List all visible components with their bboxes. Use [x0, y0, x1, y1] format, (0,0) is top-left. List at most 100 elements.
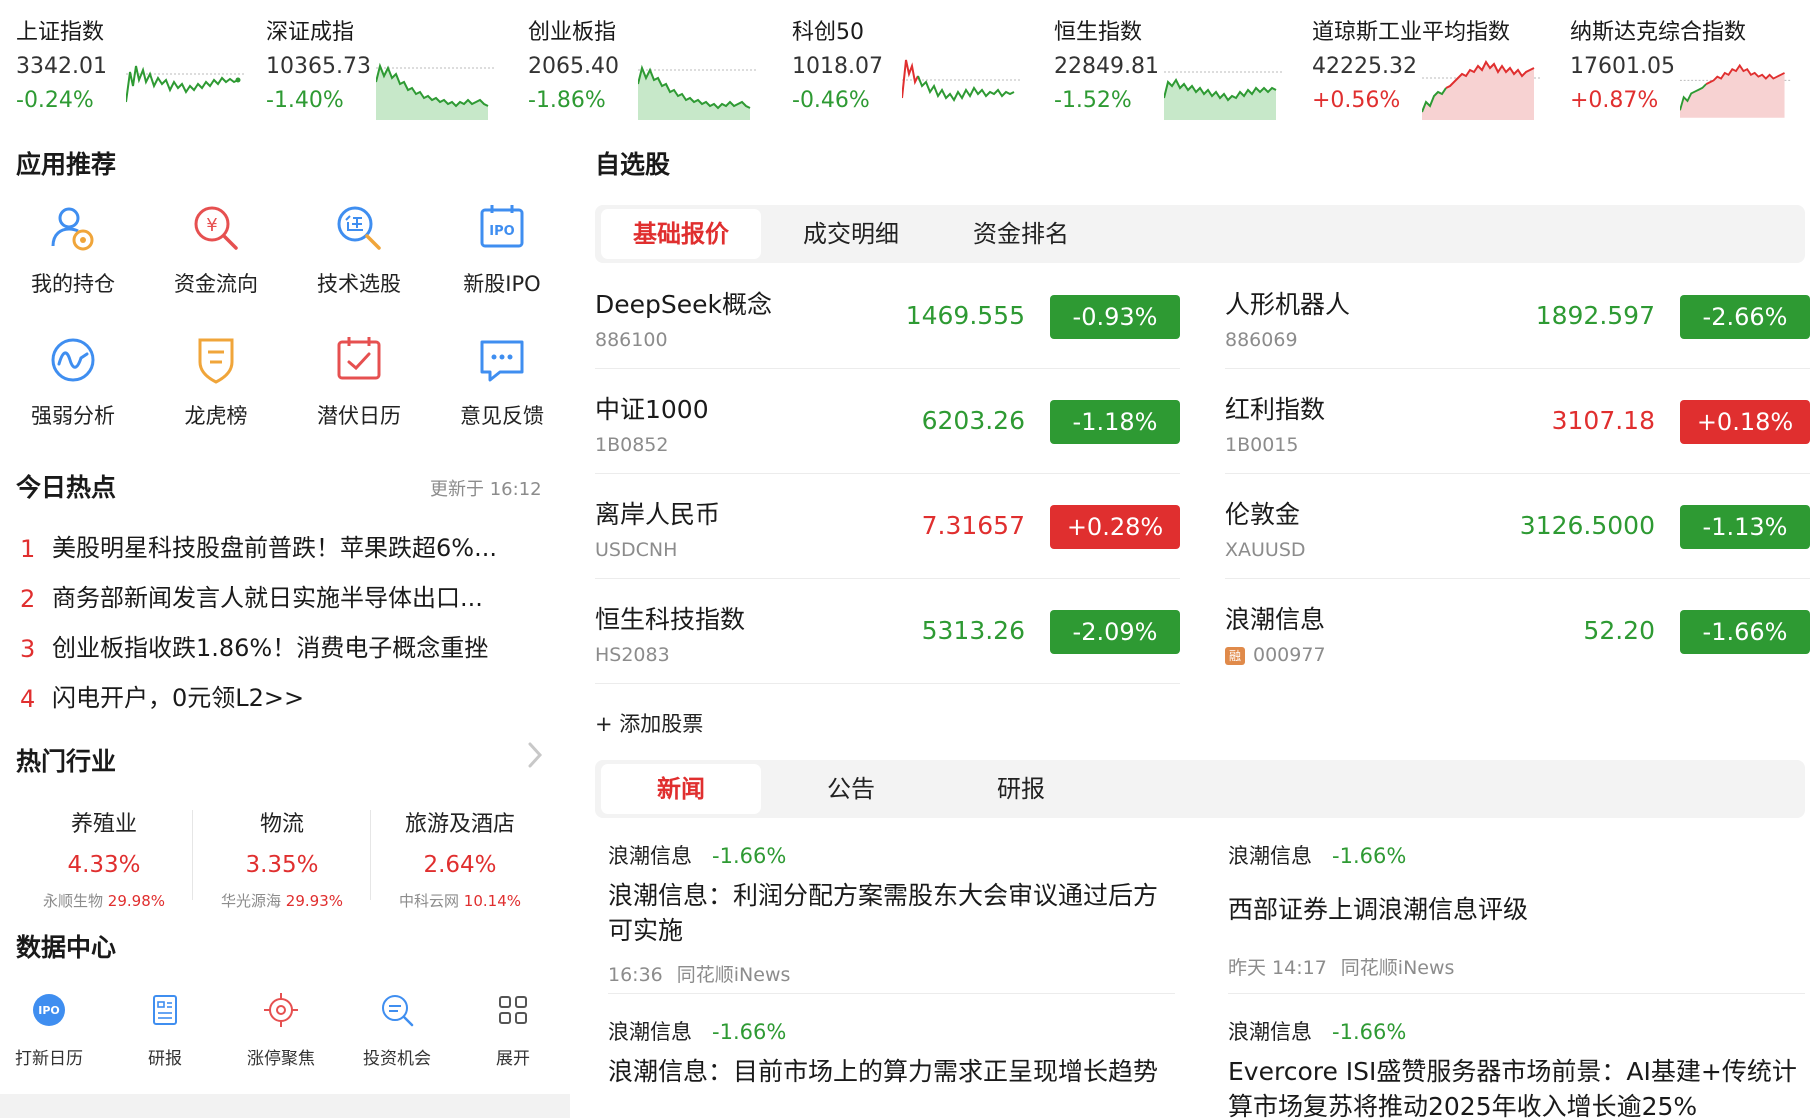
fund-flow-icon: ¥ [194, 206, 238, 250]
index-name: 上证指数 [16, 20, 105, 45]
index-change: -0.24% [16, 88, 94, 113]
index-card[interactable]: 科创50 1018.07 -0.46% [792, 12, 1042, 122]
dc-research[interactable]: 研报 [110, 990, 220, 1069]
stock-change-badge: +0.18% [1680, 400, 1810, 444]
calendar-icon [337, 337, 381, 380]
watchlist-row[interactable]: DeepSeek概念 886100 1469.555 -0.93% [595, 265, 1180, 369]
stock-price: 3126.5000 [1519, 511, 1655, 540]
stock-change-badge: -2.09% [1050, 610, 1180, 654]
stock-change-badge: +0.28% [1050, 505, 1180, 549]
stock-code-wrap: 融 000977 [1225, 644, 1326, 666]
chevron-right-icon[interactable] [525, 740, 545, 770]
news-item[interactable]: 浪潮信息 -1.66% Evercore ISI盛赞服务器市场前景：AI基建+传统… [1228, 1016, 1805, 1118]
stock-price: 1892.597 [1535, 301, 1655, 330]
index-change: -1.52% [1054, 88, 1132, 113]
stock-name: 浪潮信息 [1225, 605, 1326, 634]
industry-leader-change: 10.14% [463, 892, 521, 910]
watchlist-row[interactable]: 红利指数 1B0015 3107.18 +0.18% [1225, 370, 1810, 474]
watchlist-row[interactable]: 浪潮信息 融 000977 52.20 -1.66% [1225, 580, 1810, 684]
app-new-ipo[interactable]: IPO 新股IPO [437, 198, 567, 308]
tab-news[interactable]: 新闻 [601, 764, 761, 814]
index-name: 创业板指 [528, 20, 617, 45]
tab-basic-quote[interactable]: 基础报价 [601, 209, 761, 259]
tab-fund-rank[interactable]: 资金排名 [941, 209, 1101, 259]
index-sparkline [1164, 71, 1284, 120]
data-center-title: 数据中心 [16, 933, 117, 962]
watchlist-row[interactable]: 人形机器人 886069 1892.597 -2.66% [1225, 265, 1810, 369]
hot-item[interactable]: 1 美股明星科技股盘前普跌！苹果跌超6%... [20, 528, 540, 578]
app-calendar[interactable]: 潜伏日历 [294, 330, 424, 440]
news-source: 同花顺iNews [676, 964, 791, 986]
hot-item[interactable]: 2 商务部新闻发言人就日实施半导体出口... [20, 578, 540, 628]
index-name: 纳斯达克综合指数 [1570, 20, 1747, 45]
app-stock-picker[interactable]: 技术选股 [294, 198, 424, 308]
index-card[interactable]: 道琼斯工业平均指数 42225.32 +0.56% [1312, 12, 1562, 122]
app-feedback[interactable]: 意见反馈 [437, 330, 567, 440]
news-item[interactable]: 浪潮信息 -1.66% 浪潮信息：目前市场上的算力需求正呈现增长趋势 [608, 1016, 1168, 1089]
watchlist-row[interactable]: 中证1000 1B0852 6203.26 -1.18% [595, 370, 1180, 474]
index-card[interactable]: 恒生指数 22849.81 -1.52% [1054, 12, 1304, 122]
watchlist-row[interactable]: 恒生科技指数 HS2083 5313.26 -2.09% [595, 580, 1180, 684]
stock-price: 6203.26 [921, 406, 1025, 435]
stock-price: 1469.555 [905, 301, 1025, 330]
watchlist-row[interactable]: 离岸人民币 USDCNH 7.31657 +0.28% [595, 475, 1180, 579]
data-center-row: IPO 打新日历 研报 涨停聚焦 投资机会 展开 [0, 990, 575, 1090]
dc-limit-up[interactable]: 涨停聚焦 [226, 990, 336, 1069]
stock-name: 红利指数 [1225, 395, 1326, 424]
stock-code: XAUUSD [1225, 539, 1306, 561]
news-stock: 浪潮信息 [1228, 1020, 1312, 1044]
industry-card[interactable]: 旅游及酒店 2.64% 中科云网 10.14% [371, 800, 549, 910]
index-card[interactable]: 上证指数 3342.01 -0.24% [16, 12, 266, 122]
dc-ipo-calendar[interactable]: IPO 打新日历 [0, 990, 104, 1069]
index-card[interactable]: 纳斯达克综合指数 17601.05 +0.87% [1570, 12, 1820, 122]
index-card[interactable]: 创业板指 2065.40 -1.86% [528, 12, 778, 122]
feedback-icon [480, 340, 524, 382]
hot-rank: 3 [20, 635, 36, 663]
app-dragon-tiger[interactable]: 龙虎榜 [151, 330, 281, 440]
index-sparkline [1422, 60, 1542, 120]
app-label: 意见反馈 [460, 404, 544, 428]
hot-item[interactable]: 4 闪电开户，0元领L2>> [20, 678, 540, 728]
index-card[interactable]: 深证成指 10365.73 -1.40% [266, 12, 516, 122]
index-name: 科创50 [792, 20, 864, 45]
news-stock-change: -1.66% [712, 844, 787, 868]
app-label: 龙虎榜 [184, 404, 248, 428]
tab-trade-detail[interactable]: 成交明细 [771, 209, 931, 259]
app-fund-flow[interactable]: ¥ 资金流向 [151, 198, 281, 308]
dc-expand[interactable]: 展开 [458, 990, 568, 1069]
tab-research[interactable]: 研报 [941, 764, 1101, 814]
watchlist-row[interactable]: 伦敦金 XAUUSD 3126.5000 -1.13% [1225, 475, 1810, 579]
news-item[interactable]: 浪潮信息 -1.66% 浪潮信息：利润分配方案需股东大会审议通过后方可实施 16:… [608, 840, 1168, 987]
apps-grid: 我的持仓 ¥ 资金流向 技术选股 IPO 新股IPO 强弱分析 龙虎榜 潜伏日历… [8, 198, 568, 448]
stock-code: USDCNH [595, 539, 678, 561]
stock-price: 7.31657 [921, 511, 1025, 540]
watchlist-title: 自选股 [595, 150, 671, 179]
news-title: 西部证券上调浪潮信息评级 [1228, 895, 1529, 924]
dc-label: 研报 [148, 1049, 182, 1069]
news-item[interactable]: 浪潮信息 -1.66% 西部证券上调浪潮信息评级 昨天 14:17 同花顺iNews [1228, 840, 1788, 980]
industry-card[interactable]: 养殖业 4.33% 永顺生物 29.98% [15, 800, 193, 910]
svg-text:IPO: IPO [489, 224, 514, 239]
news-source: 同花顺iNews [1340, 957, 1455, 979]
app-strength-analysis[interactable]: 强弱分析 [8, 330, 138, 440]
app-my-holdings[interactable]: 我的持仓 [8, 198, 138, 308]
news-stock: 浪潮信息 [1228, 844, 1312, 868]
news-time: 昨天 14:17 [1228, 957, 1327, 979]
news-stock: 浪潮信息 [608, 1020, 692, 1044]
news-divider [1228, 993, 1805, 994]
hot-rank: 2 [20, 585, 36, 613]
hot-item[interactable]: 3 创业板指收跌1.86%！消费电子概念重挫 [20, 628, 540, 678]
dc-opportunity[interactable]: 投资机会 [342, 990, 452, 1069]
industry-card[interactable]: 物流 3.35% 华光源海 29.93% [193, 800, 371, 910]
ipo-calendar-icon: IPO [33, 994, 65, 1026]
index-sparkline [638, 64, 758, 120]
hot-text: 创业板指收跌1.86%！消费电子概念重挫 [52, 634, 489, 662]
tab-announcements[interactable]: 公告 [771, 764, 931, 814]
svg-text:IPO: IPO [38, 1004, 60, 1017]
app-label: 我的持仓 [31, 272, 115, 296]
add-stock-button[interactable]: + 添加股票 [595, 708, 703, 738]
news-title: 浪潮信息：利润分配方案需股东大会审议通过后方可实施 [608, 881, 1159, 945]
index-value: 22849.81 [1054, 54, 1159, 79]
industry-name: 旅游及酒店 [404, 812, 515, 837]
watchlist-tabs: 基础报价 成交明细 资金排名 [595, 205, 1805, 263]
